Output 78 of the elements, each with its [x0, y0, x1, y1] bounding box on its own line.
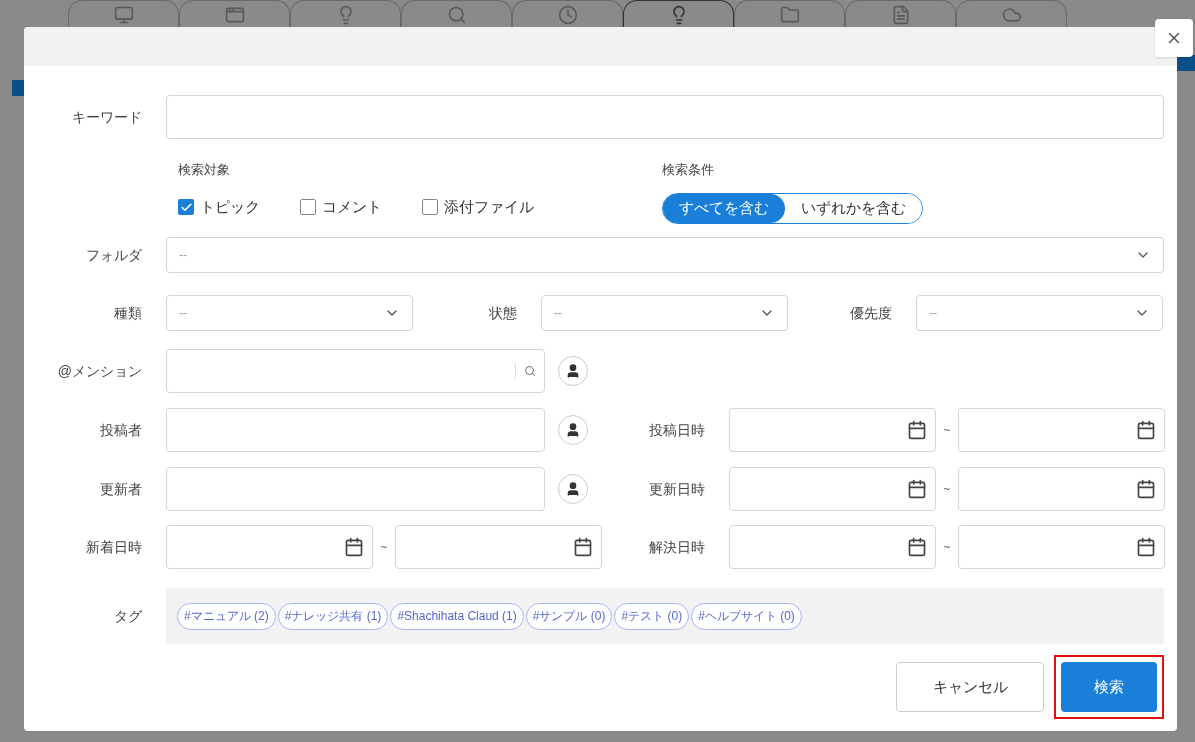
cancel-button[interactable]: キャンセル	[896, 662, 1044, 712]
checkbox-option[interactable]: コメント	[300, 196, 382, 219]
select-value: --	[179, 305, 188, 322]
date-field[interactable]	[729, 525, 936, 569]
checkbox[interactable]	[178, 199, 194, 216]
select-field[interactable]: --	[916, 295, 1163, 331]
person-icon	[565, 363, 581, 379]
calendar-icon	[907, 537, 927, 557]
field-label: 投稿者	[100, 421, 142, 438]
search-icon	[446, 5, 467, 25]
calendar-icon	[1136, 479, 1156, 499]
tag-chip[interactable]: #Shachihata Claud (1)	[390, 602, 524, 630]
check-icon	[179, 200, 193, 214]
user-picker-button[interactable]	[558, 356, 588, 386]
calendar-icon	[573, 537, 593, 557]
date-field[interactable]	[729, 467, 936, 511]
search-icon	[524, 365, 536, 377]
tag-chip[interactable]: #テスト (0)	[614, 602, 690, 630]
date-field[interactable]	[729, 408, 936, 452]
date-field[interactable]	[958, 408, 1165, 452]
calendar-icon	[1136, 537, 1156, 557]
tag-chip[interactable]: #マニュアル (2)	[177, 602, 276, 630]
field-label: 優先度	[850, 304, 892, 321]
range-separator: ~	[943, 482, 951, 496]
select-field[interactable]: --	[166, 295, 413, 331]
user-field[interactable]	[166, 408, 545, 452]
person-icon	[565, 422, 581, 438]
tag-chip[interactable]: #サンプル (0)	[525, 602, 613, 630]
field-label: フォルダ	[86, 246, 142, 263]
user-field[interactable]	[166, 467, 545, 511]
toggle-option[interactable]: いずれかを含む	[785, 194, 922, 223]
field-label: 投稿日時	[649, 421, 705, 438]
select-value: --	[554, 305, 563, 322]
section-label: 検索対象	[178, 162, 230, 177]
calendar-icon	[1136, 420, 1156, 440]
field-label: 新着日時	[86, 538, 142, 555]
mention-field[interactable]	[166, 349, 545, 393]
clock-icon	[557, 5, 578, 25]
field-label: キーワード	[72, 108, 142, 125]
field-label: 更新日時	[649, 480, 705, 497]
field-label: @メンション	[57, 362, 142, 379]
section-label: 検索条件	[662, 162, 714, 177]
field-label: 解決日時	[649, 538, 705, 555]
field-label: 状態	[489, 304, 517, 321]
date-field[interactable]	[958, 525, 1165, 569]
tag-chip[interactable]: #ヘルプサイト (0)	[691, 602, 802, 630]
cloud-icon	[1001, 5, 1022, 25]
field-label: タグ	[114, 607, 142, 624]
range-separator: ~	[943, 423, 951, 437]
select-value: --	[179, 247, 188, 264]
toggle-option[interactable]: すべてを含む	[663, 194, 785, 223]
window-icon	[224, 5, 245, 25]
keyword-field[interactable]	[166, 95, 1164, 139]
tag-chip[interactable]: #ナレッジ共有 (1)	[277, 602, 389, 630]
folder-icon	[779, 5, 800, 25]
field-label: 更新者	[100, 480, 142, 497]
checkbox-option[interactable]: 添付ファイル	[422, 196, 534, 219]
select-field[interactable]: --	[541, 295, 788, 331]
search-button[interactable]: 検索	[1061, 662, 1157, 712]
checkbox[interactable]	[300, 199, 316, 216]
calendar-icon	[344, 537, 364, 557]
range-separator: ~	[380, 540, 388, 554]
checkbox[interactable]	[422, 199, 438, 216]
range-separator: ~	[943, 540, 951, 554]
field-label: 種類	[114, 304, 142, 321]
date-field[interactable]	[395, 525, 602, 569]
select-value: --	[929, 305, 938, 322]
close-button[interactable]	[1155, 19, 1193, 57]
user-picker-button[interactable]	[558, 474, 588, 504]
person-icon	[565, 481, 581, 497]
checkbox-option[interactable]: トピック	[178, 196, 260, 219]
user-picker-button[interactable]	[558, 415, 588, 445]
select-field[interactable]: --	[166, 237, 1164, 273]
calendar-icon	[907, 479, 927, 499]
monitor-icon	[113, 5, 134, 25]
calendar-icon	[907, 420, 927, 440]
date-field[interactable]	[958, 467, 1165, 511]
date-field[interactable]	[166, 525, 373, 569]
